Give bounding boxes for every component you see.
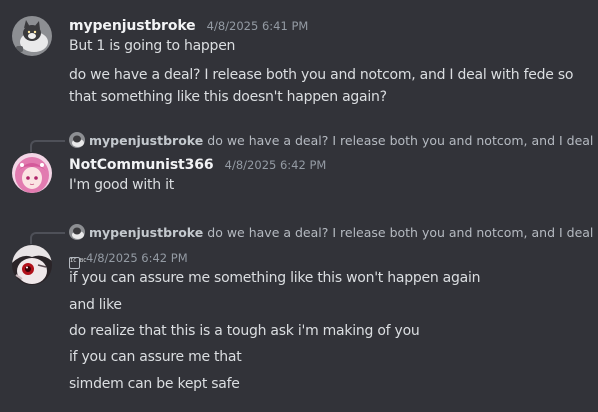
timestamp[interactable]: 4/8/2025 6:42 PM — [225, 158, 327, 172]
red-eye-anime-avatar-icon[interactable] — [12, 245, 52, 285]
chat-message-list: mypenjustbroke 4/8/2025 6:41 PM But 1 is… — [0, 0, 598, 412]
reply-connector — [30, 232, 65, 244]
reply-preview-text[interactable]: do we have a deal? I release both you an… — [207, 133, 598, 148]
reply-reference[interactable]: mypenjustbroke do we have a deal? I relea… — [69, 132, 598, 148]
server-tag-icon[interactable]: IC BC — [69, 257, 87, 269]
reply-username[interactable]: mypenjustbroke — [89, 225, 203, 240]
pink-hair-anime-avatar-icon[interactable] — [12, 153, 52, 193]
message-text: and like — [69, 297, 122, 313]
message-text: But 1 is going to happen — [69, 38, 236, 54]
reply-username[interactable]: mypenjustbroke — [89, 133, 203, 148]
message-text: that something like this doesn't happen … — [69, 89, 387, 105]
username[interactable]: NotCommunist366 — [69, 157, 214, 173]
timestamp[interactable]: 4/8/2025 6:41 PM — [207, 19, 309, 33]
message-text: do we have a deal? I release both you an… — [69, 67, 574, 83]
timestamp[interactable]: 4/8/2025 6:42 PM — [86, 251, 188, 265]
cat-avatar-icon — [69, 132, 85, 148]
cat-avatar-icon[interactable] — [12, 16, 52, 56]
message-text: if you can assure me something like this… — [69, 270, 481, 286]
message-text: if you can assure me that — [69, 349, 242, 365]
message-text: simdem can be kept safe — [69, 376, 240, 392]
reply-connector — [30, 140, 65, 152]
username[interactable]: mypenjustbroke — [69, 18, 196, 34]
message-header: IC BC4/8/2025 6:42 PM — [69, 247, 188, 269]
message-text: I'm good with it — [69, 177, 174, 193]
message-header: NotCommunist366 4/8/2025 6:42 PM — [69, 154, 326, 174]
reply-reference[interactable]: mypenjustbroke do we have a deal? I relea… — [69, 224, 598, 240]
message-header: mypenjustbroke 4/8/2025 6:41 PM — [69, 15, 308, 35]
reply-preview-text[interactable]: do we have a deal? I release both you an… — [207, 225, 598, 240]
message-text: do realize that this is a tough ask i'm … — [69, 323, 420, 339]
cat-avatar-icon — [69, 224, 85, 240]
